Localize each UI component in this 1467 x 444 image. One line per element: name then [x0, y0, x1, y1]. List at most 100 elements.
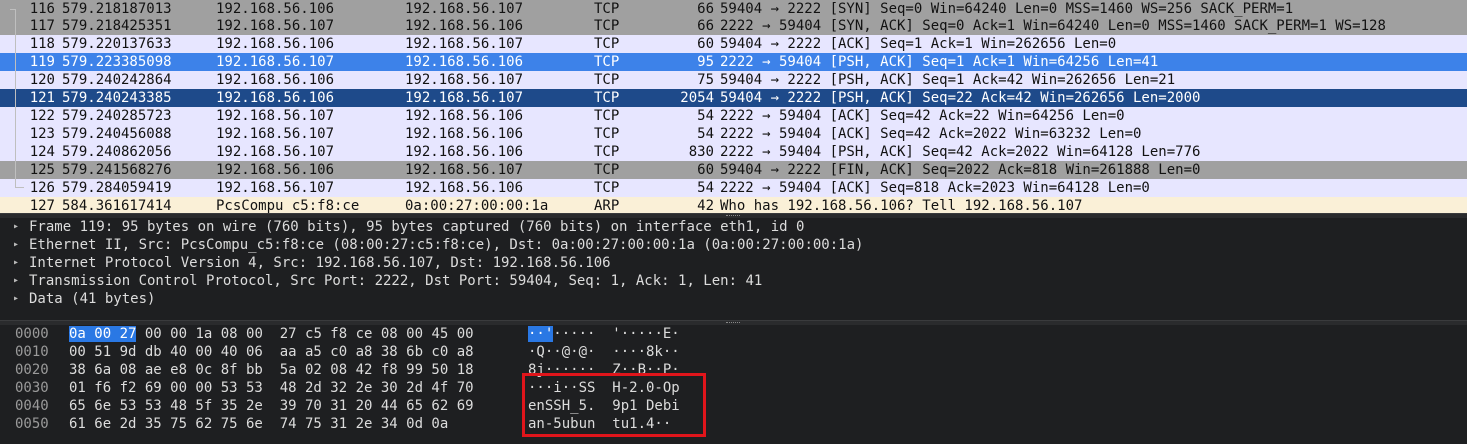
packet-row[interactable]: 116 579.218187013 192.168.56.106 192.168.56…	[0, 0, 1467, 18]
packet-row[interactable]: 124 579.240862056 192.168.56.107 192.168.56…	[0, 143, 1467, 161]
detail-tree-label: Internet Protocol Version 4, Src: 192.16…	[29, 255, 611, 271]
packet-row[interactable]: 118 579.220137633 192.168.56.106 192.168.56…	[0, 35, 1467, 53]
packet-dst-cell: 192.168.56.107	[405, 36, 524, 52]
packet-proto-cell: TCP	[594, 126, 620, 142]
packet-bytes-pane[interactable]: 0000 0a 00 27 00 00 1a 08 00 27 c5 f8 ce …	[0, 325, 1467, 444]
packet-dst-cell: 192.168.56.106	[405, 144, 524, 160]
packet-dst-cell: 192.168.56.106	[405, 18, 524, 34]
hex-offset: 0050	[15, 416, 49, 432]
packet-time-cell: 579.223385098	[62, 54, 172, 70]
packet-src-cell: 192.168.56.106	[216, 1, 335, 17]
packet-info-cell: 2222 → 59404 [ACK] Seq=42 Ack=2022 Win=6…	[720, 126, 1142, 142]
packet-len-cell: 95	[697, 54, 714, 70]
packet-src-cell: 192.168.56.107	[216, 126, 335, 142]
packet-info-cell: 59404 → 2222 [ACK] Seq=1 Ack=1 Win=26265…	[720, 36, 1117, 52]
packet-info-cell: 2222 → 59404 [PSH, ACK] Seq=42 Ack=2022 …	[720, 144, 1201, 160]
packet-info-cell: 59404 → 2222 [FIN, ACK] Seq=2022 Ack=818…	[720, 162, 1201, 178]
packet-len-cell: 2054	[680, 90, 714, 106]
hex-offset: 0000	[15, 326, 49, 342]
packet-dst-cell: 192.168.56.107	[405, 162, 524, 178]
packet-src-cell: 192.168.56.106	[216, 72, 335, 88]
packet-row[interactable]: 122 579.240285723 192.168.56.107 192.168.56…	[0, 107, 1467, 125]
packet-len-cell: 60	[697, 162, 714, 178]
ascii-text: ····· '·····E·	[553, 326, 680, 342]
packet-row[interactable]: 123 579.240456088 192.168.56.107 192.168.56…	[0, 125, 1467, 143]
detail-tree-label: Transmission Control Protocol, Src Port:…	[29, 273, 763, 289]
packet-len-cell: 54	[697, 180, 714, 196]
packet-time-cell: 579.241568276	[62, 162, 172, 178]
packet-src-cell: 192.168.56.107	[216, 180, 335, 196]
detail-tree-label: Data (41 bytes)	[29, 291, 156, 307]
packet-row[interactable]: 117 579.218425351 192.168.56.107 192.168.56…	[0, 17, 1467, 35]
packet-src-cell: 192.168.56.106	[216, 162, 335, 178]
hex-bytes-text: 00 00 1a 08 00 27 c5 f8 ce 08 00 45 00	[136, 326, 474, 342]
hex-bytes[interactable]: 65 6e 53 53 48 5f 35 2e 39 70 31 20 44 6…	[69, 397, 474, 415]
hex-bytes[interactable]: 61 6e 2d 35 75 62 75 6e 74 75 31 2e 34 0…	[69, 415, 448, 433]
packet-details-pane[interactable]: ▸ Frame 119: 95 bytes on wire (760 bits),…	[0, 218, 1467, 320]
hex-bytes-text: 01 f6 f2 69 00 00 53 53 48 2d 32 2e 30 2…	[69, 380, 474, 396]
detail-tree-label: Frame 119: 95 bytes on wire (760 bits), …	[29, 219, 805, 235]
packet-info-cell: 59404 → 2222 [SYN] Seq=0 Win=64240 Len=0…	[720, 1, 1294, 17]
packet-time-cell: 579.240862056	[62, 144, 172, 160]
annotation-highlight-box	[522, 373, 706, 437]
packet-len-cell: 66	[697, 1, 714, 17]
hex-bytes-text: 38 6a 08 ae e8 0c 8f bb 5a 02 08 42 f8 9…	[69, 362, 474, 378]
chevron-right-icon[interactable]: ▸	[13, 236, 19, 254]
packet-src-cell: 192.168.56.106	[216, 36, 335, 52]
hex-bytes[interactable]: 00 51 9d db 40 00 40 06 aa a5 c0 a8 38 6…	[69, 343, 474, 361]
packet-proto-cell: TCP	[594, 90, 620, 106]
ascii-dump[interactable]: ··'····· '·····E·	[528, 325, 680, 343]
packet-len-cell: 830	[688, 144, 714, 160]
packet-info-cell: 2222 → 59404 [PSH, ACK] Seq=1 Ack=1 Win=…	[720, 54, 1159, 70]
hex-bytes-text: 61 6e 2d 35 75 62 75 6e 74 75 31 2e 34 0…	[69, 416, 449, 432]
hex-bytes[interactable]: 01 f6 f2 69 00 00 53 53 48 2d 32 2e 30 2…	[69, 379, 474, 397]
packet-row[interactable]: 120 579.240242864 192.168.56.106 192.168.56…	[0, 71, 1467, 89]
chevron-right-icon[interactable]: ▸	[13, 272, 19, 290]
hex-offset: 0040	[15, 398, 49, 414]
packet-time-cell: 579.218425351	[62, 18, 172, 34]
packet-row[interactable]: 119 579.223385098 192.168.56.107 192.168.56…	[0, 53, 1467, 71]
packet-row[interactable]: 121 579.240243385 192.168.56.106 192.168.56…	[0, 89, 1467, 107]
chevron-right-icon[interactable]: ▸	[13, 290, 19, 308]
packet-proto-cell: TCP	[594, 36, 620, 52]
packet-dst-cell: 192.168.56.107	[405, 90, 524, 106]
packet-time-cell: 579.240243385	[62, 90, 172, 106]
packet-dst-cell: 192.168.56.107	[405, 72, 524, 88]
ascii-selected[interactable]: ··'	[528, 326, 554, 342]
packet-row[interactable]: 126 579.284059419 192.168.56.107 192.168.56…	[0, 179, 1467, 197]
hex-bytes[interactable]: 0a 00 27 00 00 1a 08 00 27 c5 f8 ce 08 0…	[69, 325, 474, 343]
packet-info-cell: 59404 → 2222 [PSH, ACK] Seq=1 Ack=42 Win…	[720, 72, 1176, 88]
ascii-text: ·Q··@·@· ····8k··	[528, 344, 680, 360]
packet-dst-cell: 192.168.56.107	[405, 1, 524, 17]
packet-proto-cell: TCP	[594, 180, 620, 196]
packet-time-cell: 579.220137633	[62, 36, 172, 52]
packet-proto-cell: TCP	[594, 54, 620, 70]
packet-list[interactable]: 127 584.361617414 PcsCompu_c5:f8:ce 0a:00:2…	[0, 0, 1467, 215]
packet-proto-cell: TCP	[594, 18, 620, 34]
packet-dst-cell: 192.168.56.106	[405, 126, 524, 142]
chevron-right-icon[interactable]: ▸	[13, 218, 19, 236]
hex-bytes[interactable]: 38 6a 08 ae e8 0c 8f bb 5a 02 08 42 f8 9…	[69, 361, 474, 379]
packet-src-cell: 192.168.56.106	[216, 90, 335, 106]
packet-src-cell: 192.168.56.107	[216, 18, 335, 34]
packet-len-cell: 54	[697, 126, 714, 142]
packet-time-cell: 579.218187013	[62, 1, 172, 17]
ascii-dump[interactable]: ·Q··@·@· ····8k··	[528, 343, 680, 361]
hex-bytes-selected[interactable]: 0a 00 27	[69, 326, 137, 342]
packet-len-cell: 54	[697, 108, 714, 124]
chevron-right-icon[interactable]: ▸	[13, 254, 19, 272]
packet-info-cell: 2222 → 59404 [ACK] Seq=818 Ack=2023 Win=…	[720, 180, 1150, 196]
hex-bytes-text: 65 6e 53 53 48 5f 35 2e 39 70 31 20 44 6…	[69, 398, 474, 414]
hex-offset: 0030	[15, 380, 49, 396]
packet-len-cell: 75	[697, 72, 714, 88]
conversation-bracket-start	[10, 9, 16, 10]
packet-dst-cell: 192.168.56.106	[405, 180, 524, 196]
packet-info-cell: 59404 → 2222 [PSH, ACK] Seq=22 Ack=42 Wi…	[720, 90, 1201, 106]
packet-proto-cell: TCP	[594, 1, 620, 17]
packet-time-cell: 579.240242864	[62, 72, 172, 88]
packet-proto-cell: TCP	[594, 144, 620, 160]
packet-time-cell: 579.240285723	[62, 108, 172, 124]
detail-tree-label: Ethernet II, Src: PcsCompu_c5:f8:ce (08:…	[29, 237, 864, 253]
packet-src-cell: 192.168.56.107	[216, 108, 335, 124]
packet-row[interactable]: 125 579.241568276 192.168.56.106 192.168.56…	[0, 161, 1467, 179]
